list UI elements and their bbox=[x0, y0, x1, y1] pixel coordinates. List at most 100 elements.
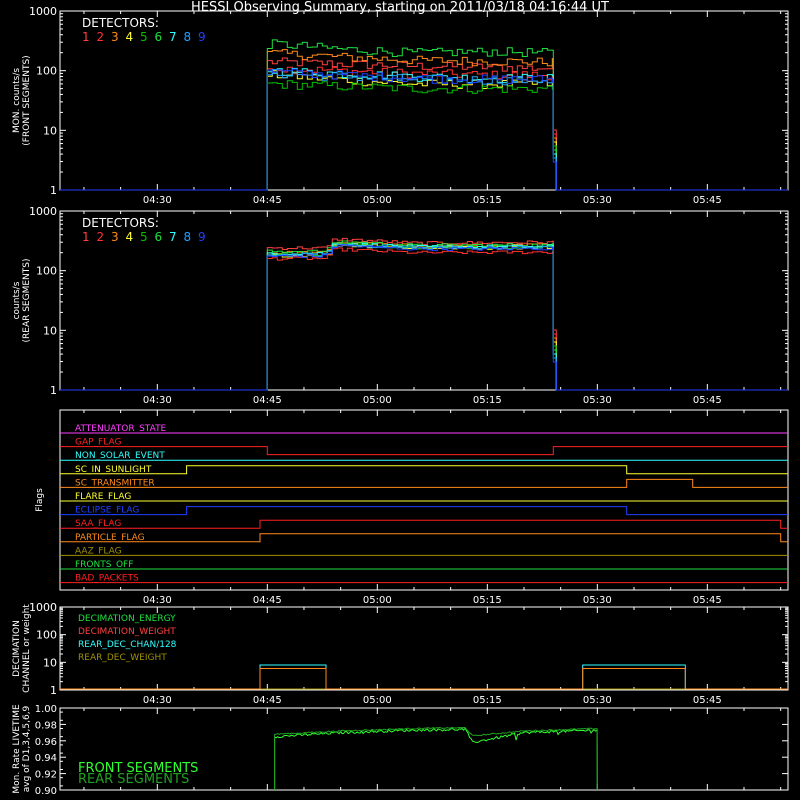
front-panel-ytick-label: 1 bbox=[50, 184, 57, 197]
rear-panel-xtick-label: 05:00 bbox=[363, 395, 392, 406]
front-panel-series-3 bbox=[60, 49, 788, 191]
decimation-panel-ytick-label: 1 bbox=[50, 684, 57, 697]
decimation-panel-xtick-label: 05:45 bbox=[693, 695, 722, 706]
rear-panel-xtick-label: 04:30 bbox=[143, 395, 172, 406]
livetime-panel-ytick-label: 0.94 bbox=[35, 753, 57, 764]
front-panel-series-9 bbox=[60, 68, 788, 191]
front-panel-legend-item-4: 4 bbox=[126, 30, 134, 44]
rear-panel-legend-item-5: 5 bbox=[140, 230, 148, 244]
front-panel-ytick-label: 100 bbox=[36, 65, 57, 78]
rear-panel-ytick-label: 10 bbox=[43, 324, 57, 337]
rear-panel-legend-title: DETECTORS: bbox=[82, 216, 159, 230]
front-panel-series-1 bbox=[60, 57, 788, 191]
flags-panel-xtick-label: 05:30 bbox=[583, 595, 612, 606]
rear-panel-series-7 bbox=[60, 242, 788, 391]
rear-panel-legend-item-2: 2 bbox=[97, 230, 105, 244]
front-panel-series-7 bbox=[60, 67, 788, 191]
front-panel-xtick-label: 04:45 bbox=[253, 195, 282, 206]
front-panel-legend-item-6: 6 bbox=[155, 30, 163, 44]
flags-panel-frame bbox=[59, 409, 789, 591]
decimation-panel-ytick-label: 10 bbox=[43, 656, 57, 669]
decimation-panel-xtick-label: 04:30 bbox=[143, 695, 172, 706]
decimation-panel-xtick-label: 05:30 bbox=[583, 695, 612, 706]
flags-panel-xtick-label: 04:45 bbox=[253, 595, 282, 606]
flags-panel-xtick-label: 04:30 bbox=[143, 595, 172, 606]
decimation-panel-legend-item: DECIMATION_ENERGY bbox=[78, 614, 176, 624]
front-panel-xtick-label: 05:45 bbox=[693, 195, 722, 206]
flags-panel-ylabel: Flags bbox=[35, 488, 45, 512]
rear-panel-legend-item-8: 8 bbox=[184, 230, 192, 244]
front-panel-legend-item-1: 1 bbox=[82, 30, 90, 44]
livetime-panel-series bbox=[274, 727, 598, 791]
decimation-panel-ylabel: DECIMATION bbox=[12, 620, 22, 677]
decimation-panel-ytick-label: 100 bbox=[36, 629, 57, 642]
front-panel-xtick-label: 05:00 bbox=[363, 195, 392, 206]
figure: 04:30 04:45 05:00 05:15 05:30 05:451101001000… bbox=[12, 5, 789, 797]
decimation-panel-xtick-label: 04:45 bbox=[253, 695, 282, 706]
decimation-panel-legend-item: REAR_DEC_WEIGHT bbox=[78, 653, 167, 663]
rear-panel-ylabel2: (REAR SEGMENTS) bbox=[22, 258, 32, 342]
decimation-panel-series bbox=[60, 668, 788, 690]
decimation-panel-ytick-label: 1000 bbox=[29, 601, 57, 614]
front-panel-legend-title: DETECTORS: bbox=[82, 16, 159, 30]
decimation-panel-legend-item: REAR_DEC_CHAN/128 bbox=[78, 640, 177, 650]
flags-panel-xtick-label: 05:00 bbox=[363, 595, 392, 606]
flags-panel-flag-line bbox=[60, 533, 788, 543]
front-panel-legend-item-2: 2 bbox=[97, 30, 105, 44]
front-panel-xtick-label: 04:30 bbox=[143, 195, 172, 206]
front-panel-legend-item-9: 9 bbox=[198, 30, 206, 44]
rear-panel-series-2 bbox=[60, 247, 788, 391]
rear-panel-series-6 bbox=[60, 240, 788, 391]
decimation-panel-legend-item: DECIMATION_WEIGHT bbox=[78, 627, 176, 637]
front-panel-xtick-label: 05:30 bbox=[583, 195, 612, 206]
rear-panel-xtick-label: 05:45 bbox=[693, 395, 722, 406]
front-panel-series-5 bbox=[60, 80, 788, 191]
front-panel-ylabel: MON. counts/s bbox=[12, 68, 22, 133]
livetime-panel-ytick-label: 0.96 bbox=[35, 737, 57, 748]
livetime-panel-ylabel2: avg of D1,3,4,5,6,9 bbox=[22, 705, 32, 792]
rear-panel-series-3 bbox=[60, 241, 788, 391]
livetime-panel-ytick-label: 0.90 bbox=[35, 786, 57, 797]
livetime-panel-ytick-label: 1.00 bbox=[35, 704, 57, 715]
livetime-panel-series bbox=[274, 726, 598, 791]
flags-panel-flag-line bbox=[60, 506, 788, 516]
livetime-panel-ytick-label: 0.98 bbox=[35, 720, 57, 731]
rear-panel-ylabel: counts/s bbox=[12, 281, 22, 319]
front-panel-xtick-label: 05:15 bbox=[473, 195, 502, 206]
front-panel-legend-item-8: 8 bbox=[184, 30, 192, 44]
rear-panel-xtick-label: 05:30 bbox=[583, 395, 612, 406]
front-panel-series-8 bbox=[60, 69, 788, 191]
front-panel-ylabel2: (FRONT SEGMENTS) bbox=[22, 55, 32, 145]
rear-panel-ytick-label: 1000 bbox=[29, 205, 57, 218]
rear-panel-series-1 bbox=[60, 237, 788, 391]
front-panel-series-6 bbox=[60, 39, 788, 191]
front-panel-legend-item-7: 7 bbox=[169, 30, 177, 44]
flags-panel-xtick-label: 05:15 bbox=[473, 595, 502, 606]
livetime-panel-ylabel: Mon. Rate LIVETIME bbox=[12, 704, 22, 794]
rear-panel-ytick-label: 1 bbox=[50, 384, 57, 397]
rear-panel-series-8 bbox=[60, 243, 788, 391]
front-panel-ytick-label: 10 bbox=[43, 124, 57, 137]
decimation-panel-xtick-label: 05:15 bbox=[473, 695, 502, 706]
livetime-panel-ytick-label: 0.92 bbox=[35, 770, 57, 781]
flags-panel-flag-line bbox=[60, 465, 788, 475]
rear-panel-legend-item-4: 4 bbox=[126, 230, 134, 244]
decimation-panel-ylabel2: CHANNEL or weight bbox=[22, 604, 32, 693]
rear-panel-series-4 bbox=[60, 244, 788, 391]
front-panel-series-4 bbox=[60, 70, 788, 191]
rear-panel-series-5 bbox=[60, 243, 788, 391]
flags-panel-flag-line bbox=[60, 519, 788, 529]
rear-panel-legend-item-6: 6 bbox=[155, 230, 163, 244]
front-panel-legend-item-3: 3 bbox=[111, 30, 119, 44]
flags-panel-flag-line bbox=[60, 446, 788, 456]
rear-panel-legend-item-9: 9 bbox=[198, 230, 206, 244]
flags-panel-flag-line bbox=[60, 478, 788, 488]
rear-panel-xtick-label: 05:15 bbox=[473, 395, 502, 406]
rear-panel-ytick-label: 100 bbox=[36, 265, 57, 278]
flags-panel-xtick-label: 05:45 bbox=[693, 595, 722, 606]
livetime-panel-legend-item: REAR SEGMENTS bbox=[78, 772, 189, 787]
rear-panel-legend-item-7: 7 bbox=[169, 230, 177, 244]
front-panel-legend-item-5: 5 bbox=[140, 30, 148, 44]
rear-panel-series-9 bbox=[60, 244, 788, 391]
rear-panel-xtick-label: 04:45 bbox=[253, 395, 282, 406]
